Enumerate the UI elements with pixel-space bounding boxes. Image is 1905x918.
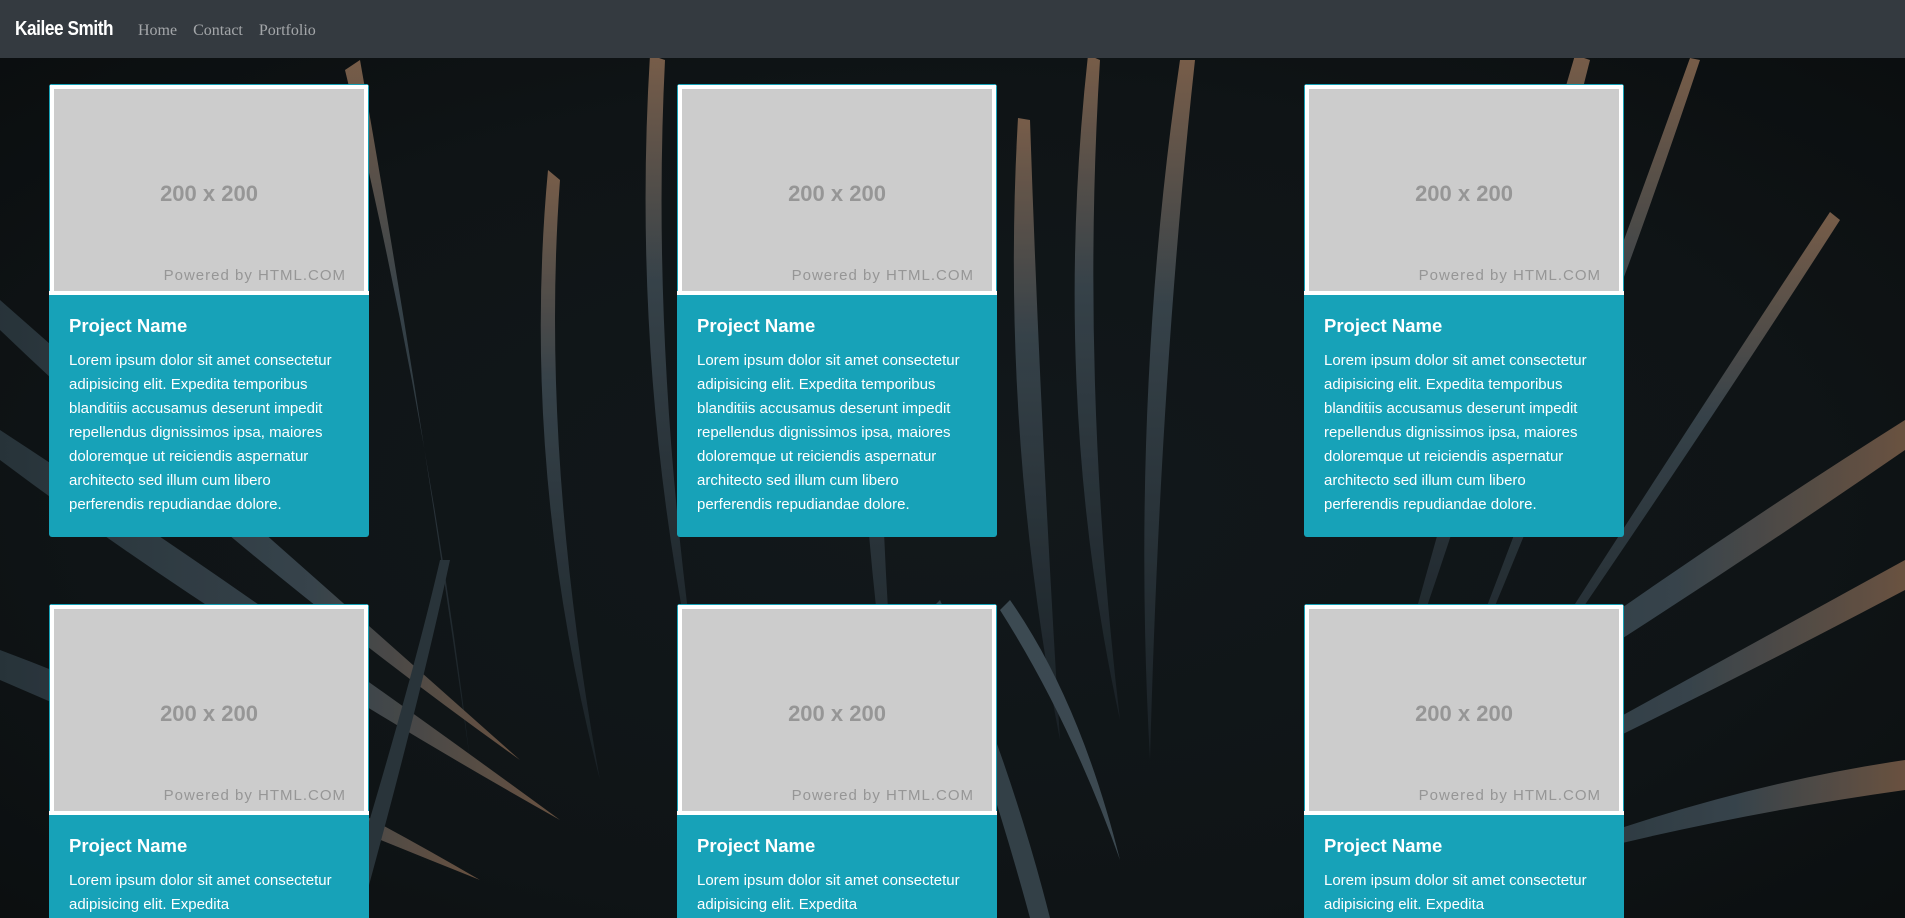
card-body: Project Name Lorem ipsum dolor sit amet … (677, 291, 997, 537)
card-title: Project Name (697, 315, 816, 336)
project-thumbnail: 200 x 200 Powered by HTML.COM (682, 609, 992, 811)
brand-logo-text[interactable]: Kailee Smith (15, 18, 114, 41)
project-thumbnail-frame: 200 x 200 Powered by HTML.COM (1304, 604, 1624, 811)
project-thumbnail: 200 x 200 Powered by HTML.COM (1309, 89, 1619, 291)
project-card[interactable]: 200 x 200 Powered by HTML.COM Project Na… (49, 604, 369, 918)
thumbnail-powered-label: Powered by HTML.COM (163, 267, 346, 284)
project-thumbnail: 200 x 200 Powered by HTML.COM (54, 89, 364, 291)
thumbnail-size-label: 200 x 200 (1415, 181, 1513, 206)
project-thumbnail-frame: 200 x 200 Powered by HTML.COM (677, 84, 997, 291)
card-text: Lorem ipsum dolor sit amet consectetur a… (697, 352, 960, 513)
thumbnail-powered-label: Powered by HTML.COM (1418, 267, 1601, 284)
thumbnail-powered-label: Powered by HTML.COM (163, 787, 346, 804)
thumbnail-size-label: 200 x 200 (788, 701, 886, 726)
card-title: Project Name (1324, 835, 1443, 856)
project-thumbnail-frame: 200 x 200 Powered by HTML.COM (677, 604, 997, 811)
card-text: Lorem ipsum dolor sit amet consectetur a… (1324, 352, 1587, 513)
project-card[interactable]: 200 x 200 Powered by HTML.COM Project Na… (1304, 604, 1624, 918)
project-card[interactable]: 200 x 200 Powered by HTML.COM Project Na… (677, 604, 997, 918)
thumbnail-size-label: 200 x 200 (160, 701, 258, 726)
card-body: Project Name Lorem ipsum dolor sit amet … (49, 291, 369, 537)
thumbnail-powered-label: Powered by HTML.COM (791, 787, 974, 804)
nav-links: Home Contact Portfolio (138, 19, 316, 40)
thumbnail-powered-label: Powered by HTML.COM (791, 267, 974, 284)
card-body: Project Name Lorem ipsum dolor sit amet … (1304, 811, 1624, 918)
top-navbar: Kailee Smith Home Contact Portfolio (0, 0, 1905, 58)
thumbnail-size-label: 200 x 200 (1415, 701, 1513, 726)
project-card[interactable]: 200 x 200 Powered by HTML.COM Project Na… (1304, 84, 1624, 537)
thumbnail-powered-label: Powered by HTML.COM (1418, 787, 1601, 804)
card-body: Project Name Lorem ipsum dolor sit amet … (677, 811, 997, 918)
card-title: Project Name (69, 835, 188, 856)
project-card[interactable]: 200 x 200 Powered by HTML.COM Project Na… (49, 84, 369, 537)
thumbnail-size-label: 200 x 200 (788, 181, 886, 206)
card-text: Lorem ipsum dolor sit amet consectetur a… (69, 352, 332, 513)
card-title: Project Name (69, 315, 188, 336)
project-card[interactable]: 200 x 200 Powered by HTML.COM Project Na… (677, 84, 997, 537)
project-thumbnail: 200 x 200 Powered by HTML.COM (54, 609, 364, 811)
card-text: Lorem ipsum dolor sit amet consectetur a… (69, 872, 332, 913)
nav-link-portfolio[interactable]: Portfolio (259, 22, 316, 40)
card-body: Project Name Lorem ipsum dolor sit amet … (49, 811, 369, 918)
card-text: Lorem ipsum dolor sit amet consectetur a… (697, 872, 960, 913)
project-thumbnail: 200 x 200 Powered by HTML.COM (682, 89, 992, 291)
project-thumbnail: 200 x 200 Powered by HTML.COM (1309, 609, 1619, 811)
card-title: Project Name (697, 835, 816, 856)
nav-link-home[interactable]: Home (138, 22, 177, 40)
project-thumbnail-frame: 200 x 200 Powered by HTML.COM (49, 84, 369, 291)
card-body: Project Name Lorem ipsum dolor sit amet … (1304, 291, 1624, 537)
project-thumbnail-frame: 200 x 200 Powered by HTML.COM (1304, 84, 1624, 291)
thumbnail-size-label: 200 x 200 (160, 181, 258, 206)
project-thumbnail-frame: 200 x 200 Powered by HTML.COM (49, 604, 369, 811)
nav-link-contact[interactable]: Contact (193, 22, 243, 40)
card-title: Project Name (1324, 315, 1443, 336)
card-text: Lorem ipsum dolor sit amet consectetur a… (1324, 872, 1587, 913)
